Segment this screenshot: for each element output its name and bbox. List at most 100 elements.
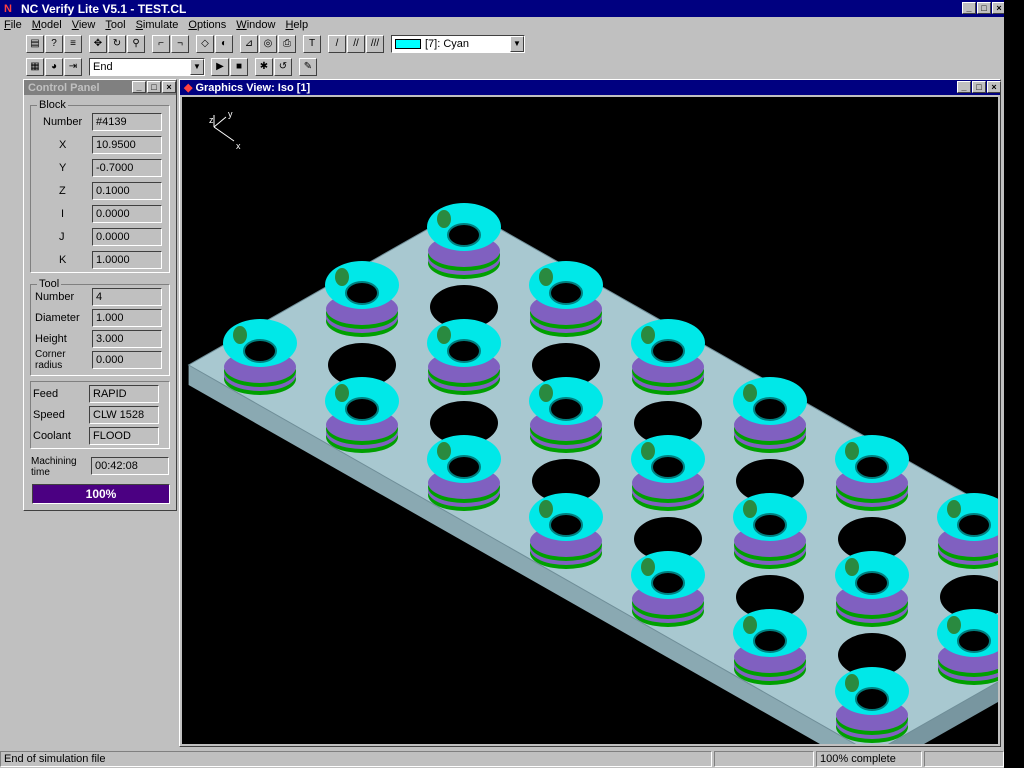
zoom-icon[interactable]: ⚲ [127,35,145,53]
globe-icon[interactable]: ◕ [45,58,63,76]
control-panel-titlebar[interactable]: Control Panel _ □ × [24,80,176,95]
minimize-icon[interactable]: _ [132,81,146,93]
menu-view[interactable]: View [72,19,96,31]
shade-icon[interactable]: ◐ [215,35,233,53]
cup [529,377,603,453]
i-label: I [61,208,65,220]
cup [427,435,501,511]
cutter-1-icon[interactable]: / [328,35,346,53]
close-icon[interactable]: × [987,81,1001,93]
pan-icon[interactable]: ✥ [89,35,107,53]
y-value: -0.7000 [92,159,162,177]
minimize-icon[interactable]: _ [962,2,976,14]
cup-shadow [845,442,859,460]
minimize-icon[interactable]: _ [957,81,971,93]
tool-number-value: 4 [92,288,162,306]
x-value: 10.9500 [92,136,162,154]
measure-icon[interactable]: ⊿ [240,35,258,53]
chevron-down-icon[interactable]: ▼ [190,59,204,75]
title-bar[interactable]: N NC Verify Lite V5.1 - TEST.CL _ □ × [0,0,1006,17]
graphics-view-window: ◆ Graphics View: Iso [1] _ □ × z y x [179,79,1001,747]
target-icon[interactable]: ◎ [259,35,277,53]
coolant-label: Coolant [33,430,71,442]
step-icon[interactable]: ⇥ [64,58,82,76]
cup-hole [447,223,481,247]
tool-row: Corner radius 0.000 [31,349,169,371]
height-label: Height [35,333,67,345]
cup-hole [549,281,583,305]
cup-hole [345,397,379,421]
cup-shadow [641,558,655,576]
view-yz-icon[interactable]: ¬ [171,35,189,53]
progress-bar: 100% [32,484,170,504]
coolant-value: FLOOD [89,427,159,445]
menu-file[interactable]: File [4,19,22,31]
menu-window[interactable]: Window [236,19,275,31]
play-icon[interactable]: ▶ [211,58,229,76]
cup-hole [957,513,991,537]
maximize-icon[interactable]: □ [977,2,991,14]
menu-tool[interactable]: Tool [105,19,125,31]
model-icon[interactable]: ▦ [26,58,44,76]
maximize-icon[interactable]: □ [147,81,161,93]
menu-model[interactable]: Model [32,19,62,31]
cup-shadow [539,384,553,402]
block-row: I 0.0000 [31,205,169,223]
help-cursor-icon[interactable]: ? [45,35,63,53]
cup-hole [243,339,277,363]
cup [529,493,603,569]
graphics-view-titlebar[interactable]: ◆ Graphics View: Iso [1] _ □ × [180,80,1001,95]
tool-path-icon[interactable]: ✎ [299,58,317,76]
rotate-icon[interactable]: ↻ [108,35,126,53]
cup [835,551,909,627]
cup-shadow [233,326,247,344]
z-label: Z [59,185,66,197]
part-scene: z y x [187,109,998,744]
tool-number-label: Number [35,291,75,303]
diameter-value: 1.000 [92,309,162,327]
chevron-down-icon[interactable]: ▼ [510,36,524,52]
feed-value: RAPID [89,385,159,403]
view-xz-icon[interactable]: ⌐ [152,35,170,53]
cup-hole [345,281,379,305]
status-bar: End of simulation file 100% complete [0,750,1004,768]
close-icon[interactable]: × [162,81,176,93]
cup-shadow [641,442,655,460]
block-number-value: #4139 [92,113,162,131]
tool-icon[interactable]: T [303,35,321,53]
cutter-3-icon[interactable]: /// [366,35,384,53]
cup-shadow [539,500,553,518]
cup [937,609,998,685]
block-row: J 0.0000 [31,228,169,246]
height-value: 3.000 [92,330,162,348]
maximize-icon[interactable]: □ [972,81,986,93]
open-icon[interactable]: ▤ [26,35,44,53]
position-select[interactable]: End ▼ [89,58,205,76]
cup [835,667,909,743]
graphics-view-title: Graphics View: Iso [1] [195,81,311,94]
axis-triad: z y x [209,109,241,151]
app-icon: N [4,2,12,15]
menu-simulate[interactable]: Simulate [136,19,179,31]
list-icon[interactable]: ≡ [64,35,82,53]
rewind-icon[interactable]: ↺ [274,58,292,76]
color-select[interactable]: [7]: Cyan ▼ [391,35,525,53]
menu-help[interactable]: Help [285,19,308,31]
cup-hole [549,397,583,421]
cutter-2-icon[interactable]: // [347,35,365,53]
settings-icon[interactable]: ✱ [255,58,273,76]
color-select-value: [7]: Cyan [425,38,470,50]
graphics-canvas[interactable]: z y x [182,97,998,744]
cup-hole [447,455,481,479]
view-window-controls: _ □ × [957,81,1001,93]
print-icon[interactable]: ⎙ [278,35,296,53]
cup [223,319,297,395]
y-label: Y [59,162,67,174]
x-label: X [59,139,67,151]
menu-options[interactable]: Options [188,19,226,31]
cup-hole [753,629,787,653]
machining-time-row: Machining time 00:42:08 [24,454,176,478]
status-blank [714,751,814,767]
fit-view-icon[interactable]: ◇ [196,35,214,53]
stop-icon[interactable]: ■ [230,58,248,76]
